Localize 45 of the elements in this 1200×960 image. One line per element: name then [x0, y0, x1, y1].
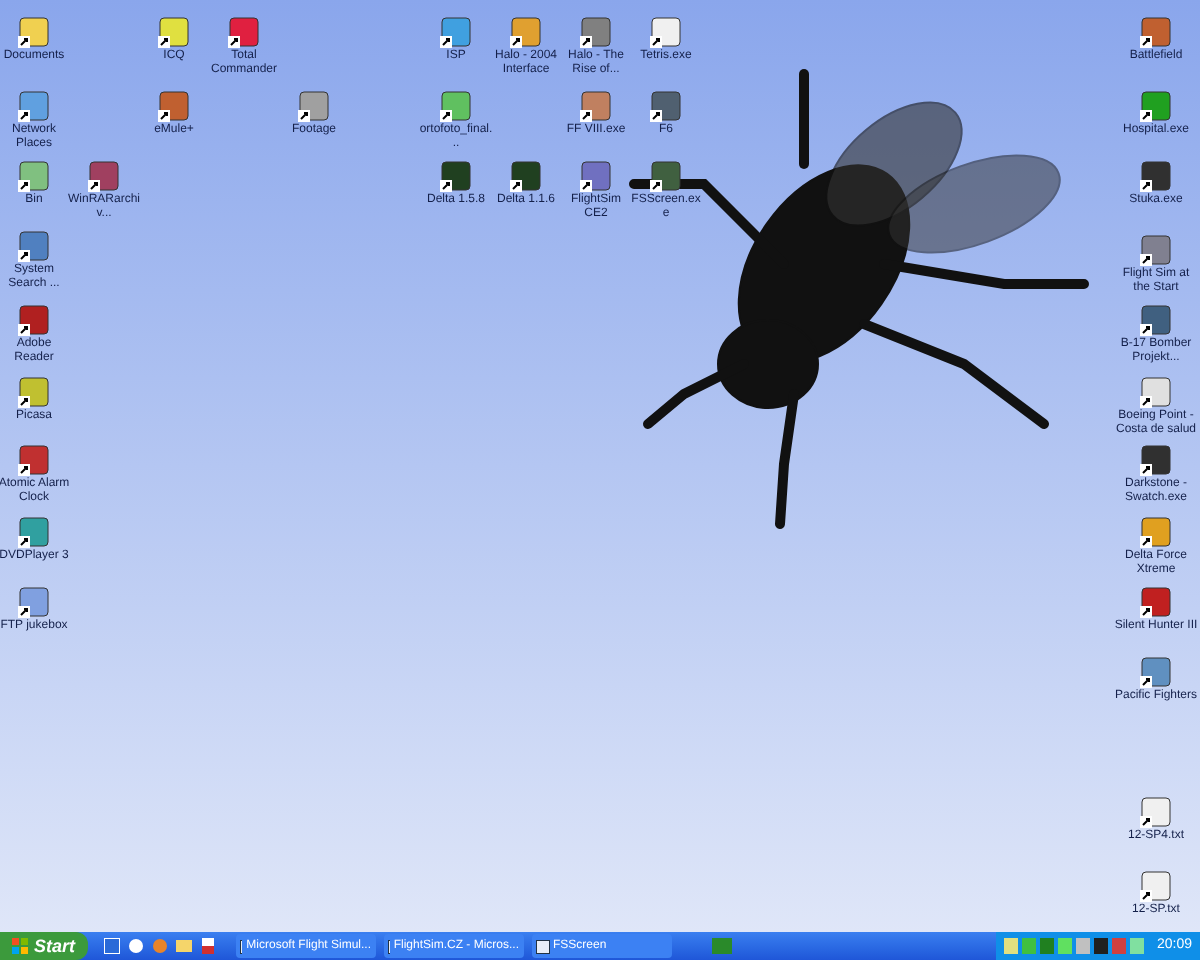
- shortcut-icon[interactable]: [18, 304, 50, 336]
- shortcut-icon[interactable]: [510, 16, 542, 48]
- windows-logo-icon: [12, 938, 28, 954]
- shortcut-icon[interactable]: [580, 90, 612, 122]
- shortcut-icon[interactable]: [1140, 796, 1172, 828]
- shortcut-icon[interactable]: [18, 160, 50, 192]
- shortcut-icon[interactable]: [298, 90, 330, 122]
- shortcut-icon[interactable]: [650, 90, 682, 122]
- shortcut-icon[interactable]: [1140, 444, 1172, 476]
- shortcut-icon[interactable]: [440, 160, 472, 192]
- shortcut-icon[interactable]: [18, 16, 50, 48]
- shortcut-icon[interactable]: [18, 376, 50, 408]
- app-icon[interactable]: [199, 938, 216, 954]
- media-player-icon[interactable]: [127, 938, 144, 954]
- start-button[interactable]: Start: [0, 932, 88, 960]
- shortcut-icon[interactable]: [1140, 90, 1172, 122]
- shortcut-icon[interactable]: [440, 16, 472, 48]
- shortcut-icon[interactable]: [18, 90, 50, 122]
- shortcut-icon[interactable]: [18, 516, 50, 548]
- shortcut-icon[interactable]: [580, 16, 612, 48]
- folder-icon[interactable]: [175, 938, 192, 954]
- shortcut-icon[interactable]: [158, 16, 190, 48]
- shortcut-icon[interactable]: [650, 160, 682, 192]
- tray-icons-drawing: [1004, 938, 1145, 954]
- shortcut-icon[interactable]: [18, 230, 50, 262]
- shortcut-icon[interactable]: [440, 90, 472, 122]
- shortcut-icon[interactable]: [1140, 16, 1172, 48]
- shortcut-icon[interactable]: [18, 586, 50, 618]
- shortcut-icon[interactable]: [510, 160, 542, 192]
- shortcut-icon[interactable]: [1140, 656, 1172, 688]
- shortcut-icon[interactable]: [18, 444, 50, 476]
- desktop-icon[interactable]: [103, 938, 120, 954]
- shortcut-icon[interactable]: [1140, 234, 1172, 266]
- shortcut-icon[interactable]: [1140, 376, 1172, 408]
- shortcut-icon[interactable]: [1140, 304, 1172, 336]
- shortcut-icon[interactable]: [580, 160, 612, 192]
- shortcut-icon[interactable]: [650, 16, 682, 48]
- shortcut-icon[interactable]: [228, 16, 260, 48]
- shortcut-icon[interactable]: [158, 90, 190, 122]
- shortcut-icon[interactable]: [1140, 870, 1172, 902]
- start-label: Start: [34, 937, 76, 955]
- shortcut-icon[interactable]: [1140, 516, 1172, 548]
- shortcut-icon[interactable]: [1140, 160, 1172, 192]
- shortcut-icon[interactable]: [88, 160, 120, 192]
- shortcut-icon[interactable]: [1140, 586, 1172, 618]
